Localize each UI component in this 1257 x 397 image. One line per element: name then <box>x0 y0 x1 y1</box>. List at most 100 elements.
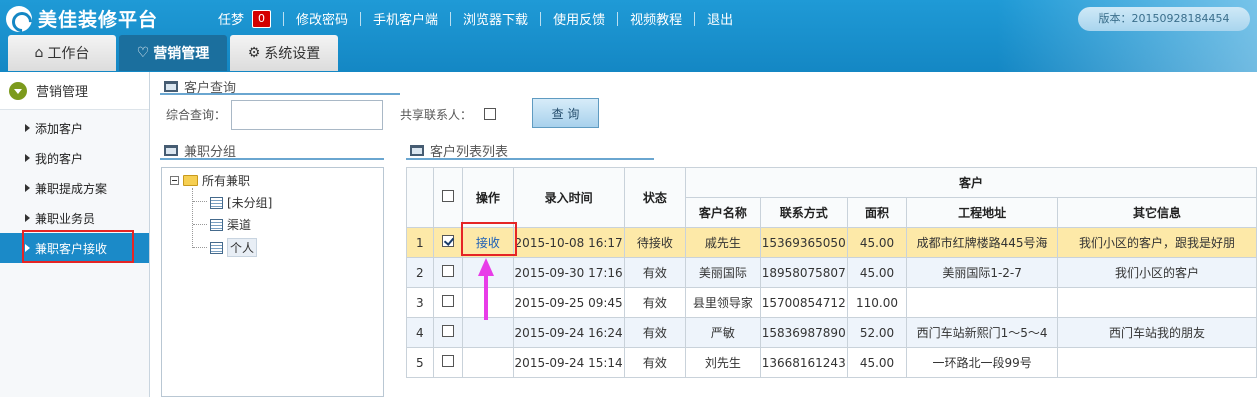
browser-download-link[interactable]: 浏览器下载 <box>463 9 528 28</box>
customer-name: 刘先生 <box>685 347 761 378</box>
table-header-row: 操作 录入时间 状态 客户 <box>406 167 1257 228</box>
nav-divider <box>450 11 452 26</box>
status-header[interactable]: 状态 <box>623 167 687 228</box>
address-cell: 成都市红牌楼路445号海 <box>906 227 1058 258</box>
tab-settings[interactable]: ⚙ 系统设置 <box>230 35 338 71</box>
row-checkbox[interactable] <box>441 325 454 337</box>
entry-time: 2015-10-08 16:17 <box>512 227 625 258</box>
table-icon <box>210 218 223 231</box>
tab-label: 系统设置 <box>264 46 321 62</box>
user-name[interactable]: 任梦 0 <box>218 9 272 28</box>
arrow-shaft <box>484 268 488 320</box>
table-row[interactable]: 5 2015-09-24 15:14 有效 刘先生 13668161243 45… <box>406 347 1257 378</box>
caret-right-icon <box>25 154 30 162</box>
table-row[interactable]: 1 接收 2015-10-08 16:17 待接收 戚先生 1536936505… <box>406 227 1257 258</box>
row-checkbox[interactable] <box>441 265 454 277</box>
search-input[interactable] <box>231 100 383 130</box>
entry-time: 2015-09-24 16:24 <box>512 317 625 348</box>
row-number: 1 <box>406 227 434 258</box>
section-divider <box>160 158 384 160</box>
sidebar-item-label: 兼职提成方案 <box>35 181 108 196</box>
tree-node-label: 渠道 <box>227 218 252 232</box>
row-select <box>432 257 464 288</box>
select-all-checkbox[interactable] <box>441 190 454 202</box>
sidebar-item-add-customer[interactable]: 添加客户 <box>0 113 149 143</box>
nav-divider <box>283 11 285 26</box>
contact-cell: 15369365050 <box>759 227 848 258</box>
other-info-cell: 我们小区的客户，跟我是好朋 <box>1056 227 1257 258</box>
monitor-icon <box>164 81 178 92</box>
status-cell: 有效 <box>623 287 687 318</box>
nav-divider <box>617 11 619 26</box>
tab-label: 工作台 <box>47 46 90 62</box>
contact-header[interactable]: 联系方式 <box>759 197 848 228</box>
monitor-icon <box>410 145 424 156</box>
row-checkbox[interactable] <box>441 235 454 247</box>
address-cell: 一环路北一段99号 <box>906 347 1058 378</box>
row-number: 3 <box>406 287 434 318</box>
tree-node-channel[interactable]: 渠道 <box>210 216 251 233</box>
change-password-link[interactable]: 修改密码 <box>296 9 348 28</box>
tab-marketing[interactable]: ♡ 营销管理 <box>119 35 227 71</box>
time-header[interactable]: 录入时间 <box>512 167 625 228</box>
logo-icon <box>6 5 32 32</box>
row-action <box>462 347 514 378</box>
message-count-badge[interactable]: 0 <box>252 9 272 28</box>
row-checkbox[interactable] <box>441 355 454 367</box>
feedback-link[interactable]: 使用反馈 <box>553 9 605 28</box>
table-row[interactable]: 3 2015-09-25 09:45 有效 县里领导家 15700854712 … <box>406 287 1257 318</box>
other-info-header[interactable]: 其它信息 <box>1056 197 1257 228</box>
logout-link[interactable]: 退出 <box>707 9 733 28</box>
tree-connector <box>193 224 207 225</box>
table-row[interactable]: 2 2015-09-30 17:16 有效 美丽国际 18958075807 4… <box>406 257 1257 288</box>
caret-right-icon <box>25 214 30 222</box>
video-tutorial-link[interactable]: 视频教程 <box>630 9 682 28</box>
sidebar-title: 营销管理 <box>36 85 89 100</box>
tree-node-personal[interactable]: 个人 <box>210 238 258 257</box>
customer-name: 戚先生 <box>685 227 761 258</box>
sidebar-header[interactable]: 营销管理 <box>0 72 149 110</box>
name-header[interactable]: 客户名称 <box>685 197 761 228</box>
table-row[interactable]: 4 2015-09-24 16:24 有效 严敏 15836987890 52.… <box>406 317 1257 348</box>
share-contact-checkbox[interactable] <box>484 108 496 120</box>
sidebar-item-commission-plan[interactable]: 兼职提成方案 <box>0 173 149 203</box>
row-select <box>432 317 464 348</box>
row-checkbox[interactable] <box>441 295 454 307</box>
tab-workbench[interactable]: ⌂ 工作台 <box>8 35 116 71</box>
row-action <box>462 317 514 348</box>
sidebar-item-part-time-staff[interactable]: 兼职业务员 <box>0 203 149 233</box>
tree-connector <box>192 188 193 248</box>
gear-icon: ⚙ <box>247 45 261 61</box>
customer-name: 县里领导家 <box>685 287 761 318</box>
area-cell: 45.00 <box>846 257 908 288</box>
query-button[interactable]: 查 询 <box>532 98 599 128</box>
sidebar-item-my-customers[interactable]: 我的客户 <box>0 143 149 173</box>
mobile-client-link[interactable]: 手机客户端 <box>373 9 438 28</box>
search-label: 综合查询： <box>166 108 227 122</box>
top-nav: 任梦 0 修改密码 手机客户端 浏览器下载 使用反馈 视频教程 退出 <box>218 9 733 28</box>
other-info-cell: 我们小区的客户 <box>1056 257 1257 288</box>
caret-right-icon <box>25 124 30 132</box>
highlight-box <box>461 222 517 256</box>
user-name-label: 任梦 <box>218 13 245 28</box>
sidebar-item-label: 兼职业务员 <box>35 211 96 226</box>
row-number: 4 <box>406 317 434 348</box>
app-title: 美佳装修平台 <box>38 9 159 31</box>
sidebar-item-label: 添加客户 <box>35 121 84 136</box>
row-select <box>432 287 464 318</box>
app-logo: 美佳装修平台 <box>6 5 158 32</box>
customer-group-header: 客户 <box>685 167 1257 198</box>
collapse-toggle-icon[interactable] <box>170 176 179 185</box>
row-number-header <box>406 167 434 228</box>
area-header[interactable]: 面积 <box>846 197 908 228</box>
area-cell: 45.00 <box>846 347 908 378</box>
tree-node-ungrouped[interactable]: [未分组] <box>210 194 272 211</box>
tree-node-root[interactable]: 所有兼职 <box>170 172 250 189</box>
tree-node-label: [未分组] <box>227 196 273 210</box>
nav-divider <box>540 11 542 26</box>
op-header: 操作 <box>462 167 514 228</box>
address-header[interactable]: 工程地址 <box>906 197 1058 228</box>
area-cell: 52.00 <box>846 317 908 348</box>
status-cell: 有效 <box>623 317 687 348</box>
folder-icon <box>183 175 198 186</box>
